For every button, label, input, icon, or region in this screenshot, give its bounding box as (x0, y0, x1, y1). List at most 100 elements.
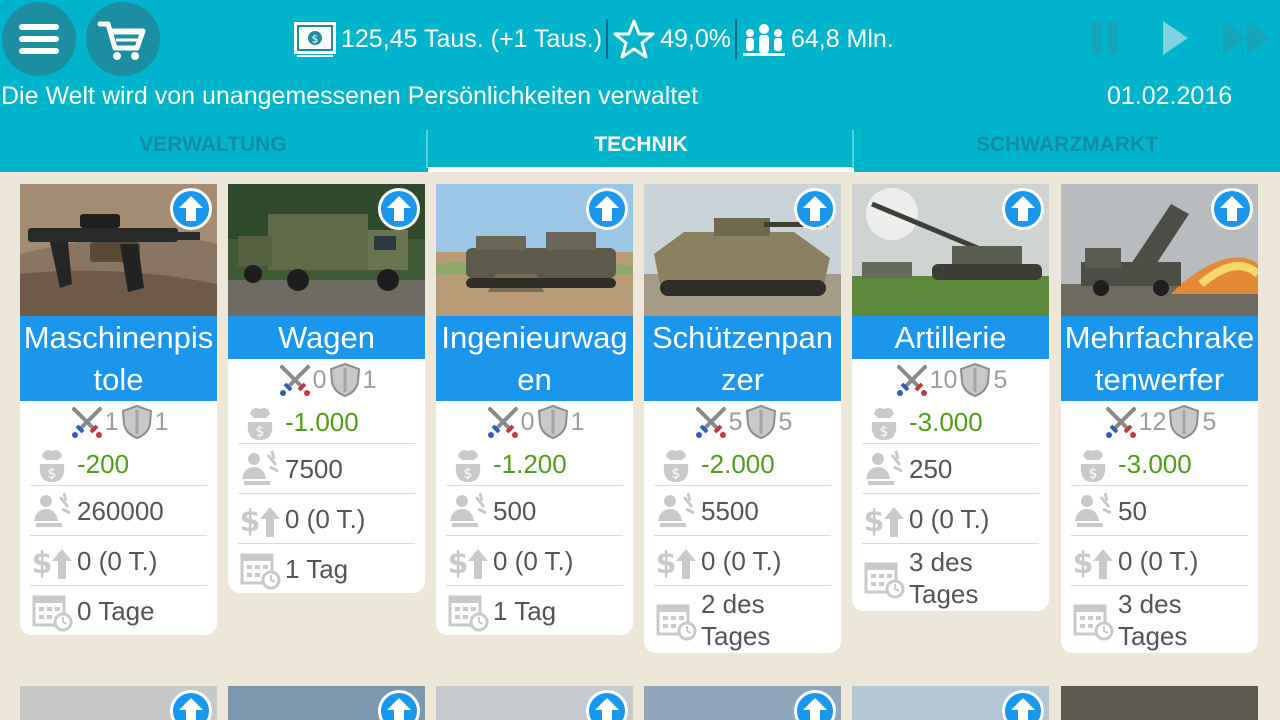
upgrade-button[interactable] (794, 690, 836, 720)
attack-value: 0 (312, 365, 327, 394)
tab-schwarzmarkt[interactable]: SCHWARZMARKT (854, 124, 1280, 172)
personnel-icon (862, 447, 906, 491)
unit-card-maschinenpistole[interactable]: Maschinenpistole 1 1 -200 260000 0 (0 T.… (20, 184, 217, 635)
unit-card-partial[interactable] (852, 686, 1049, 720)
upgrade-button[interactable] (378, 188, 420, 230)
upgrade-arrow-icon (1005, 191, 1041, 227)
upgrade-arrow-icon (797, 191, 833, 227)
cost-value: -1.000 (285, 407, 359, 437)
unit-image (852, 184, 1049, 316)
calendar-icon (30, 589, 74, 633)
upgrade-arrow-icon (173, 191, 209, 227)
income-icon (446, 539, 490, 583)
personnel-value: 500 (493, 495, 537, 526)
play-icon[interactable] (1158, 18, 1192, 58)
upgrade-button[interactable] (586, 188, 628, 230)
calendar-icon (446, 589, 490, 633)
income-row: 0 (0 T.) (654, 535, 831, 585)
income-row: 0 (0 T.) (446, 535, 623, 585)
rating-value: 49,0% (660, 24, 731, 53)
money-bag-icon (30, 442, 74, 486)
cost-value: -2.000 (701, 449, 775, 479)
unit-card-partial[interactable] (1061, 686, 1258, 720)
personnel-value: 7500 (285, 453, 343, 484)
attack-defense: 1 1 (20, 401, 217, 443)
time-value: 1 Tag (493, 595, 557, 626)
cost-value: -1.200 (493, 449, 567, 479)
unit-title: Maschinenpistole (20, 316, 217, 401)
unit-title: Ingenieurwagen (436, 316, 633, 401)
attack-value: 0 (520, 407, 535, 436)
calendar-icon (862, 556, 906, 600)
personnel-value: 50 (1118, 495, 1147, 526)
unit-card-ingenieurwagen[interactable]: Ingenieurwagen 0 1 -1.200 500 0 (0 T.) 1… (436, 184, 633, 635)
unit-card-partial[interactable] (20, 686, 217, 720)
shield-icon (743, 404, 779, 440)
income-icon (862, 497, 906, 541)
money-stat: $ 125,45 Taus. (+1 Taus.) (293, 19, 602, 59)
tab-technik[interactable]: TECHNIK (428, 124, 854, 172)
fast-forward-icon[interactable] (1220, 18, 1276, 58)
income-value: 0 (0 T.) (909, 503, 990, 534)
income-icon (1071, 539, 1115, 583)
attack-defense: 0 1 (436, 401, 633, 443)
upgrade-button[interactable] (1002, 690, 1044, 720)
unit-card-schuetzenpanzer[interactable]: Schützenpanzer 5 5 -2.000 5500 0 (0 T.) … (644, 184, 841, 653)
time-row: 3 des Tages (1071, 585, 1248, 653)
swords-icon (69, 404, 105, 440)
upgrade-arrow-icon (589, 191, 625, 227)
unit-card-mehrfachraketenwerfer[interactable]: Mehrfachraketenwerfer 12 5 -3.000 50 0 (… (1061, 184, 1258, 653)
menu-button[interactable] (2, 2, 76, 76)
upgrade-button[interactable] (170, 188, 212, 230)
income-value: 0 (0 T.) (77, 545, 158, 576)
attack-value: 1 (104, 407, 119, 436)
personnel-row: 500 (446, 485, 623, 535)
personnel-row: 260000 (30, 485, 207, 535)
star-icon (613, 19, 655, 59)
income-value: 0 (0 T.) (701, 545, 782, 576)
shield-icon (957, 362, 993, 398)
cost-value: -3.000 (1118, 449, 1192, 479)
unit-card-partial[interactable] (228, 686, 425, 720)
upgrade-button[interactable] (586, 690, 628, 720)
money-icon: $ (294, 22, 336, 57)
unit-card-partial[interactable] (436, 686, 633, 720)
upgrade-button[interactable] (378, 690, 420, 720)
income-row: 0 (0 T.) (238, 493, 415, 543)
upgrade-button[interactable] (1002, 188, 1044, 230)
attack-defense: 0 1 (228, 359, 425, 401)
population-value: 64,8 Mln. (790, 24, 894, 53)
upgrade-button[interactable] (794, 188, 836, 230)
unit-title: Wagen (228, 316, 425, 359)
swords-icon (894, 362, 930, 398)
money-bag-icon (238, 400, 282, 444)
cost-row: -3.000 (862, 401, 1039, 443)
attack-value: 12 (1138, 407, 1167, 436)
defense-value: 5 (778, 407, 793, 436)
cost-row: -1.000 (238, 401, 415, 443)
unit-title: Schützenpanzer (644, 316, 841, 401)
income-value: 0 (0 T.) (493, 545, 574, 576)
time-row: 1 Tag (446, 585, 623, 635)
swords-icon (485, 404, 521, 440)
unit-card-wagen[interactable]: Wagen 0 1 -1.000 7500 0 (0 T.) 1 Tag (228, 184, 425, 593)
income-value: 0 (0 T.) (285, 503, 366, 534)
shield-icon (119, 404, 155, 440)
tab-verwaltung[interactable]: VERWALTUNG (0, 124, 426, 172)
cost-row: -1.200 (446, 443, 623, 485)
upgrade-button[interactable] (170, 690, 212, 720)
pause-icon[interactable] (1088, 18, 1122, 58)
upgrade-arrow-icon (173, 693, 209, 720)
upgrade-button[interactable] (1211, 188, 1253, 230)
unit-card-partial[interactable] (644, 686, 841, 720)
personnel-icon (30, 489, 74, 533)
calendar-icon (654, 598, 698, 642)
time-row: 0 Tage (30, 585, 207, 635)
upgrade-arrow-icon (797, 693, 833, 720)
income-value: 0 (0 T.) (1118, 545, 1199, 576)
unit-card-artillerie[interactable]: Artillerie 10 5 -3.000 250 0 (0 T.) 3 de… (852, 184, 1049, 611)
personnel-row: 250 (862, 443, 1039, 493)
shop-button[interactable] (86, 2, 160, 76)
defense-value: 1 (154, 407, 169, 436)
time-row: 1 Tag (238, 543, 415, 593)
